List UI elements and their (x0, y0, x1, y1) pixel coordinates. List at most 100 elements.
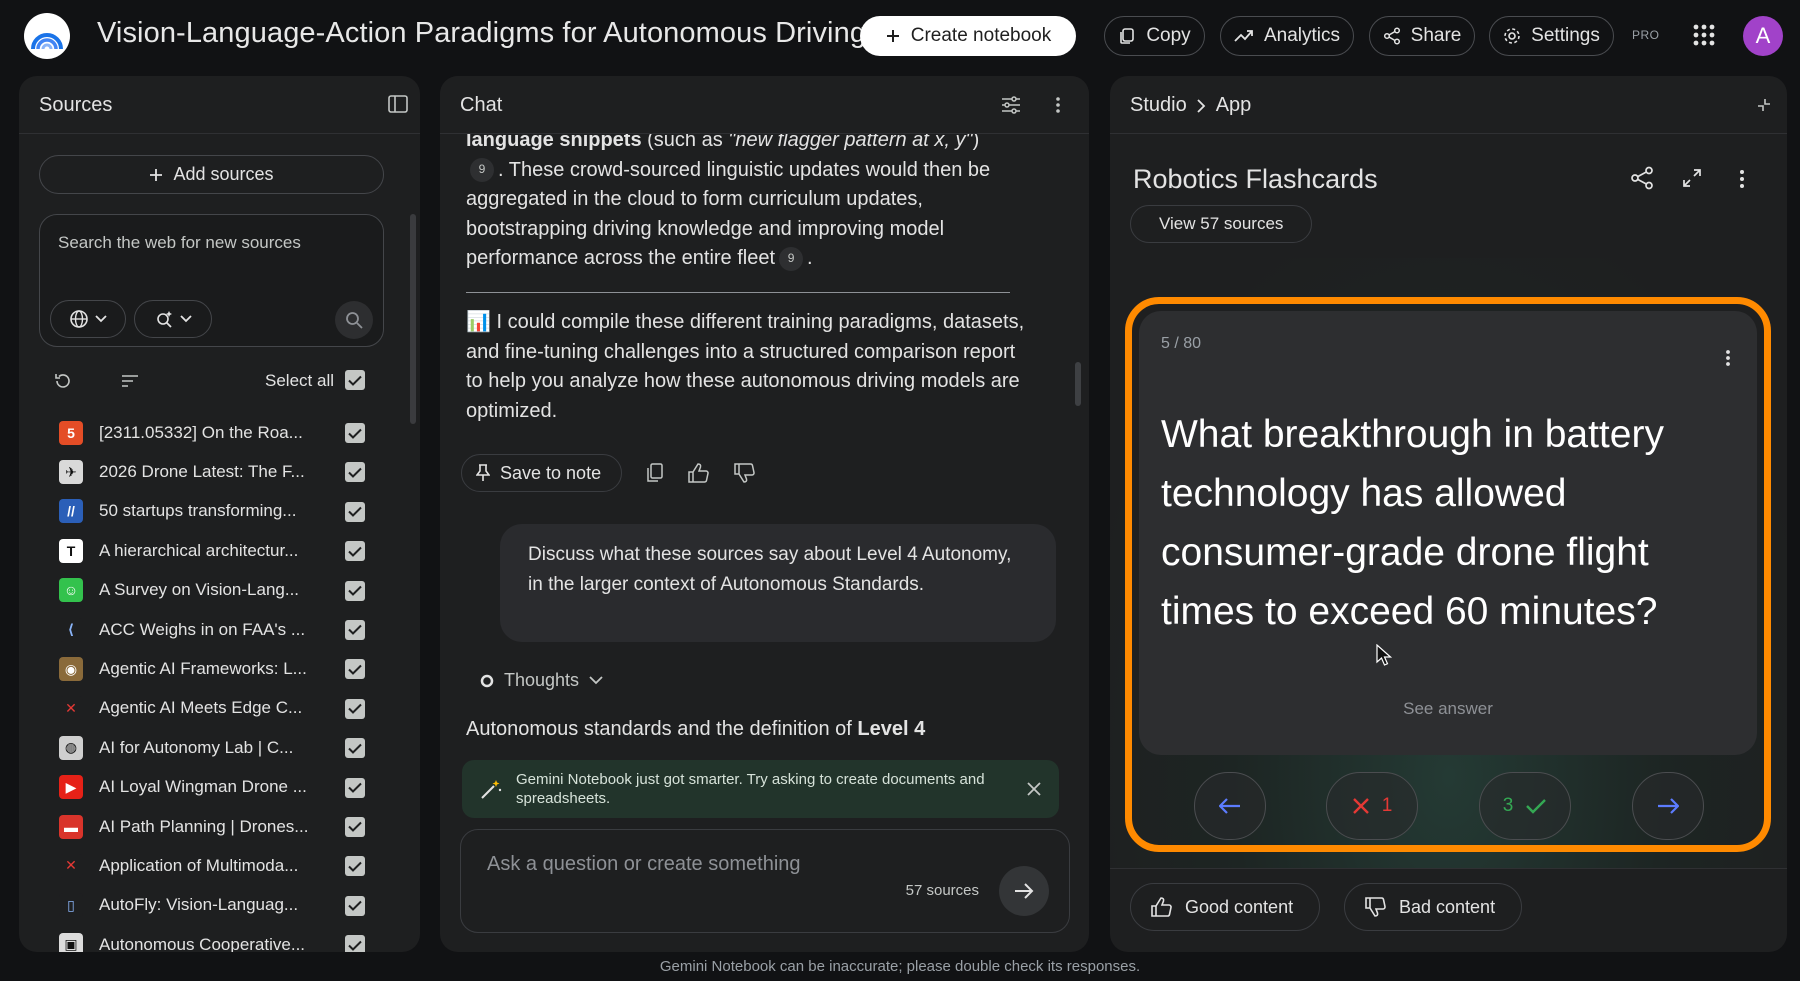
feature-tip-banner: Gemini Notebook just got smarter. Try as… (462, 760, 1059, 818)
select-all-checkbox[interactable] (345, 370, 365, 390)
collapse-panel-icon[interactable] (388, 95, 408, 113)
expand-icon[interactable] (1683, 169, 1701, 187)
source-list-item[interactable]: ▬ AI Path Planning | Drones... (39, 807, 389, 846)
more-vert-icon[interactable] (1725, 349, 1731, 367)
chevron-down-icon (589, 676, 603, 685)
web-search-box[interactable]: Search the web for new sources (39, 214, 384, 347)
collapse-icon[interactable] (1757, 98, 1771, 112)
source-checkbox[interactable] (345, 580, 365, 601)
source-favicon-icon: T (59, 538, 83, 563)
search-scope-dropdown[interactable] (50, 300, 126, 338)
source-checkbox[interactable] (345, 698, 365, 719)
sources-header: Sources (19, 76, 420, 134)
source-list-item[interactable]: ▣ Autonomous Cooperative... (39, 925, 389, 952)
check-icon (1526, 799, 1547, 814)
source-checkbox[interactable] (345, 935, 365, 952)
good-content-button[interactable]: Good content (1130, 883, 1321, 931)
source-list-item[interactable]: ☺ A Survey on Vision-Lang... (39, 571, 389, 610)
notebook-title[interactable]: Vision-Language-Action Paradigms for Aut… (97, 17, 866, 50)
check-icon (348, 782, 362, 793)
source-checkbox[interactable] (345, 738, 365, 759)
sort-icon[interactable] (121, 375, 139, 387)
source-checkbox[interactable] (345, 856, 365, 877)
breadcrumb-studio[interactable]: Studio (1130, 94, 1187, 117)
source-list-item[interactable]: ✕ Agentic AI Meets Edge C... (39, 689, 389, 728)
source-checkbox[interactable] (345, 462, 365, 483)
source-list-item[interactable]: 5 [2311.05332] On the Roa... (39, 413, 389, 452)
chat-input-box[interactable]: Ask a question or create something 57 so… (460, 829, 1070, 933)
close-icon[interactable] (1027, 782, 1041, 796)
check-icon (348, 822, 362, 833)
refresh-icon[interactable] (53, 372, 73, 390)
thumbs-down-icon[interactable] (734, 463, 756, 483)
chat-panel: language snippets (such as "new flagger … (440, 76, 1089, 952)
thoughts-toggle[interactable]: Thoughts (480, 670, 603, 691)
source-checkbox[interactable] (345, 777, 365, 798)
analytics-button[interactable]: Analytics (1220, 16, 1354, 56)
sparkle-search-icon (157, 311, 172, 328)
add-sources-button[interactable]: Add sources (39, 155, 384, 194)
tip-text: Gemini Notebook just got smarter. Try as… (516, 771, 985, 807)
source-list-item[interactable]: ▯ AutoFly: Vision-Languag... (39, 886, 389, 925)
create-notebook-button[interactable]: Create notebook (860, 16, 1076, 56)
source-list-item[interactable]: ✈ 2026 Drone Latest: The F... (39, 452, 389, 491)
source-list-item[interactable]: // 50 startups transforming... (39, 492, 389, 531)
source-checkbox[interactable] (345, 659, 365, 680)
citation-badge[interactable]: 9 (470, 158, 494, 183)
arrow-right-icon (1658, 798, 1679, 814)
source-title: 50 startups transforming... (99, 501, 297, 521)
source-title: ACC Weighs in on FAA's ... (99, 619, 306, 639)
user-message: Discuss what these sources say about Lev… (500, 524, 1056, 642)
check-icon (348, 861, 362, 872)
thumbs-up-icon[interactable] (688, 463, 710, 483)
source-list-item[interactable]: ▶ AI Loyal Wingman Drone ... (39, 768, 389, 807)
next-card-button[interactable] (1632, 772, 1704, 840)
breadcrumb-app: App (1215, 94, 1252, 116)
thumbs-down-icon (1365, 897, 1386, 917)
check-icon (348, 664, 362, 675)
view-sources-button[interactable]: View 57 sources (1130, 205, 1313, 243)
right-count: 3 (1502, 795, 1514, 816)
save-to-note-button[interactable]: Save to note (461, 454, 623, 492)
source-checkbox[interactable] (345, 816, 365, 837)
settings-button[interactable]: Settings (1489, 16, 1614, 56)
share-button[interactable]: Share (1369, 16, 1475, 56)
mark-correct-button[interactable]: 3 (1479, 772, 1571, 840)
source-checkbox[interactable] (345, 895, 365, 916)
more-vert-icon[interactable] (1055, 96, 1061, 114)
search-submit-button[interactable] (335, 301, 373, 339)
bad-content-button[interactable]: Bad content (1344, 883, 1523, 931)
source-list-item[interactable]: ✕ Application of Multimoda... (39, 846, 389, 885)
copy-icon[interactable] (646, 463, 664, 483)
pin-icon (476, 464, 490, 481)
see-answer-button[interactable]: See answer (1139, 699, 1757, 719)
chat-input[interactable]: Ask a question or create something (487, 853, 801, 876)
source-checkbox[interactable] (345, 501, 365, 522)
apps-grid-icon[interactable] (1693, 24, 1715, 46)
disclaimer-footer: Gemini Notebook can be inaccurate; pleas… (659, 958, 1141, 975)
chat-scrollbar[interactable] (1075, 362, 1081, 406)
copy-button[interactable]: Copy (1104, 16, 1205, 56)
tune-icon[interactable] (1001, 96, 1021, 114)
mark-wrong-button[interactable]: 1 (1326, 772, 1418, 840)
trending-up-icon (1234, 30, 1253, 42)
web-search-input[interactable]: Search the web for new sources (58, 233, 301, 253)
flashcard[interactable]: 5 / 80 What breakthrough in battery tech… (1139, 311, 1757, 755)
citation-badge[interactable]: 9 (779, 246, 804, 271)
source-list-item[interactable]: T A hierarchical architectur... (39, 531, 389, 570)
research-mode-dropdown[interactable] (134, 300, 212, 338)
more-vert-icon[interactable] (1739, 169, 1745, 189)
source-list-item[interactable]: ◉ Agentic AI Frameworks: L... (39, 649, 389, 688)
chat-header: Chat (440, 76, 1089, 134)
source-checkbox[interactable] (345, 619, 365, 640)
source-checkbox[interactable] (345, 541, 365, 562)
source-list-item[interactable]: ⟨ ACC Weighs in on FAA's ... (39, 610, 389, 649)
sources-scrollbar[interactable] (410, 214, 416, 424)
source-list-item[interactable]: ◍ AI for Autonomy Lab | C... (39, 728, 389, 767)
avatar[interactable]: A (1743, 16, 1783, 56)
notebook-logo-icon[interactable] (24, 13, 70, 59)
source-checkbox[interactable] (345, 423, 365, 443)
previous-card-button[interactable] (1194, 772, 1266, 840)
send-button[interactable] (999, 866, 1049, 916)
share-icon[interactable] (1630, 166, 1654, 190)
